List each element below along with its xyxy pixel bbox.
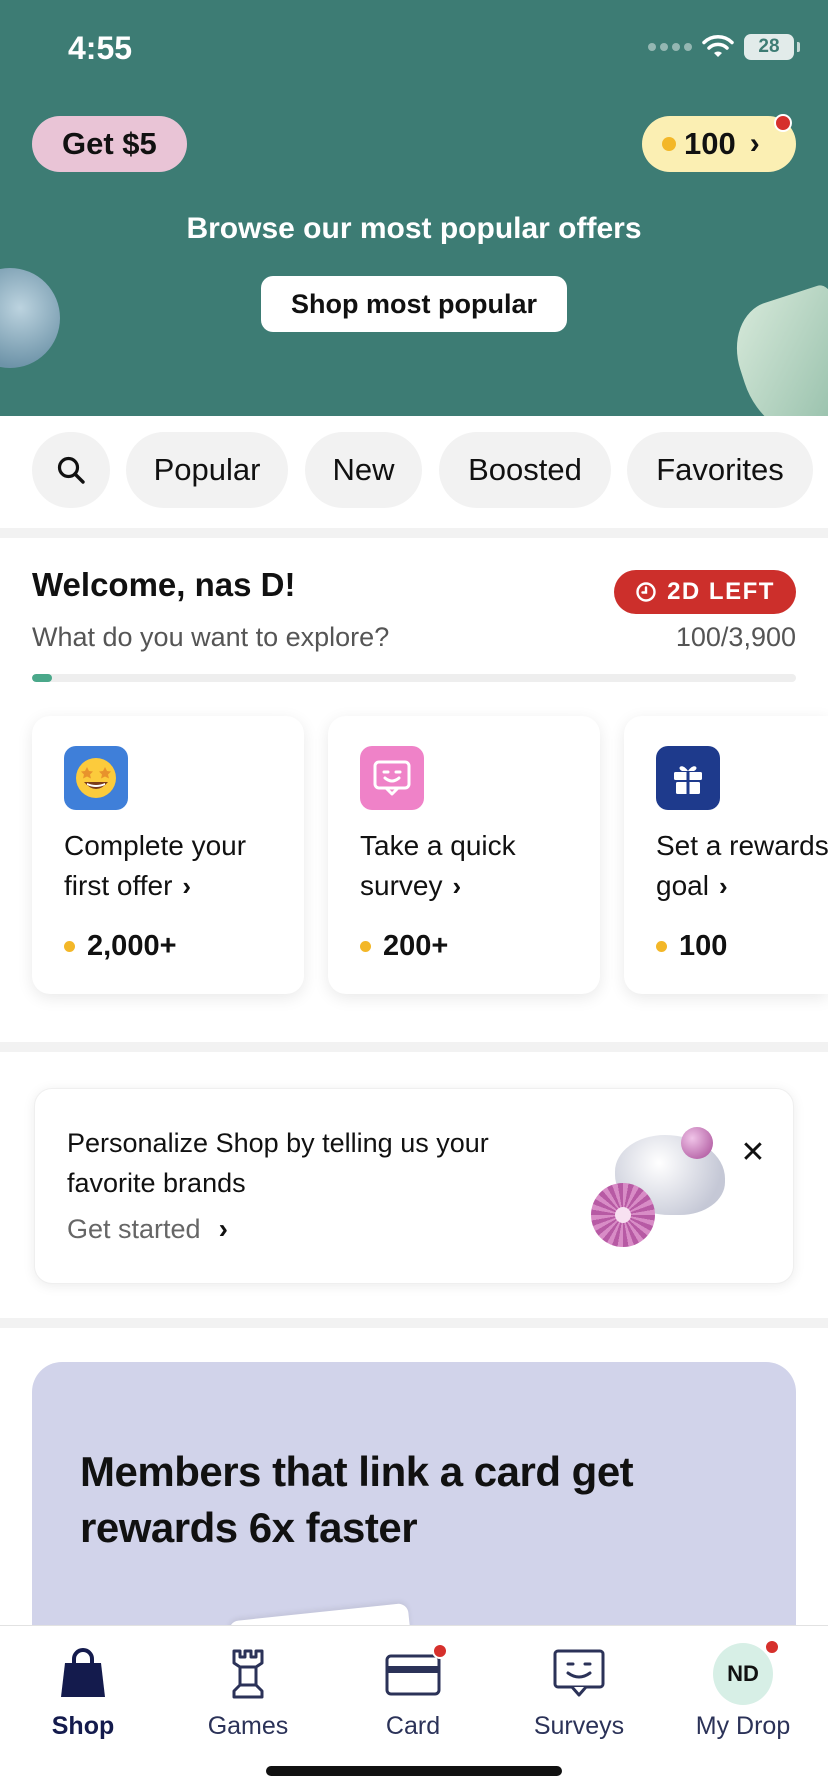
notification-dot bbox=[774, 114, 792, 132]
notification-dot bbox=[764, 1639, 780, 1655]
chevron-right-icon: › bbox=[218, 1213, 228, 1244]
welcome-title: Welcome, nas D! bbox=[32, 566, 296, 603]
progress-bar bbox=[32, 674, 796, 682]
status-time: 4:55 bbox=[68, 30, 133, 66]
coin-icon bbox=[360, 941, 371, 952]
timer-text: 2D LEFT bbox=[667, 578, 775, 605]
card-line-2: first offer bbox=[64, 870, 173, 901]
status-icons: 28 bbox=[648, 34, 800, 60]
survey-chat-icon bbox=[549, 1644, 609, 1704]
section-divider bbox=[0, 1042, 828, 1052]
card-line-2: goal bbox=[656, 870, 709, 901]
coin-icon bbox=[656, 941, 667, 952]
timer-badge: 2D LEFT bbox=[614, 570, 796, 614]
get-started-label: Get started bbox=[67, 1213, 201, 1244]
close-icon[interactable]: ✕ bbox=[733, 1133, 773, 1173]
chevron-right-icon: › bbox=[182, 871, 192, 901]
notification-dot bbox=[432, 1643, 448, 1659]
battery-icon: 28 bbox=[744, 34, 800, 60]
tab-surveys[interactable]: Surveys bbox=[504, 1644, 654, 1754]
progress-count: 100/3,900 bbox=[675, 622, 796, 652]
tab-my-drop[interactable]: ND My Drop bbox=[668, 1643, 818, 1754]
decorative-flower bbox=[591, 1183, 655, 1247]
star-struck-emoji-icon bbox=[64, 746, 128, 810]
card-points: 2,000+ bbox=[87, 930, 177, 962]
card-points: 100 bbox=[679, 930, 728, 962]
cellular-signal-icon bbox=[648, 43, 692, 51]
chevron-right-icon: › bbox=[718, 871, 728, 901]
personalize-card[interactable]: Personalize Shop by telling us your favo… bbox=[34, 1088, 794, 1284]
coin-icon bbox=[662, 137, 676, 151]
get-started-link[interactable]: Get started › bbox=[67, 1213, 228, 1245]
tab-label: Games bbox=[207, 1712, 289, 1740]
chip-popular[interactable]: Popular bbox=[126, 432, 288, 508]
clock-icon bbox=[636, 582, 656, 602]
filter-chips: Popular New Boosted Favorites bbox=[0, 432, 828, 508]
hero-title: Browse our most popular offers bbox=[186, 212, 642, 245]
wifi-icon bbox=[702, 35, 734, 57]
card-line-1: Complete your bbox=[64, 830, 247, 861]
get-5-button[interactable]: Get $5 bbox=[32, 116, 187, 172]
section-divider bbox=[0, 1318, 828, 1328]
search-button[interactable] bbox=[32, 432, 110, 508]
card-points: 200+ bbox=[383, 930, 449, 962]
tab-label: Card bbox=[385, 1712, 441, 1740]
shopping-bag-icon bbox=[53, 1644, 113, 1704]
hero-banner: 4:55 28 Get $5 100 › Browse our most pop… bbox=[0, 0, 828, 416]
tab-shop[interactable]: Shop bbox=[8, 1644, 158, 1754]
tab-label: Surveys bbox=[533, 1712, 625, 1740]
points-value: 100 bbox=[684, 126, 736, 161]
chip-favorites[interactable]: Favorites bbox=[627, 432, 813, 508]
chevron-right-icon: › bbox=[749, 127, 760, 160]
chess-rook-icon bbox=[218, 1644, 278, 1704]
avatar: ND bbox=[713, 1643, 773, 1705]
personalize-text: Personalize Shop by telling us your favo… bbox=[67, 1128, 489, 1198]
decorative-shape bbox=[723, 282, 828, 416]
chip-new[interactable]: New bbox=[305, 432, 422, 508]
shop-most-popular-button[interactable]: Shop most popular bbox=[261, 276, 567, 332]
section-divider bbox=[0, 528, 828, 538]
decorative-ball bbox=[0, 268, 60, 368]
tab-label: My Drop bbox=[695, 1712, 791, 1740]
tab-label: Shop bbox=[51, 1712, 115, 1740]
card-line-1: Set a rewards bbox=[656, 830, 828, 861]
task-card-first-offer[interactable]: Complete your first offer › 2,000+ bbox=[32, 716, 304, 994]
promo-title: Members that link a card get rewards 6x … bbox=[80, 1448, 634, 1551]
search-icon bbox=[57, 456, 85, 484]
tab-games[interactable]: Games bbox=[173, 1644, 323, 1754]
points-balance-button[interactable]: 100 › bbox=[642, 116, 796, 172]
progress-fill bbox=[32, 674, 52, 682]
gift-icon bbox=[656, 746, 720, 810]
smile-chat-icon bbox=[360, 746, 424, 810]
decorative-ball bbox=[681, 1127, 713, 1159]
tab-card[interactable]: Card bbox=[338, 1644, 488, 1754]
welcome-subtitle: What do you want to explore? bbox=[32, 622, 390, 652]
card-line-1: Take a quick bbox=[360, 830, 516, 861]
chip-boosted[interactable]: Boosted bbox=[439, 432, 611, 508]
task-card-survey[interactable]: Take a quick survey › 200+ bbox=[328, 716, 600, 994]
chevron-right-icon: › bbox=[452, 871, 462, 901]
card-line-2: survey bbox=[360, 870, 443, 901]
coin-icon bbox=[64, 941, 75, 952]
home-indicator bbox=[266, 1766, 562, 1776]
task-card-rewards-goal[interactable]: Set a rewards goal › 100 bbox=[624, 716, 828, 994]
